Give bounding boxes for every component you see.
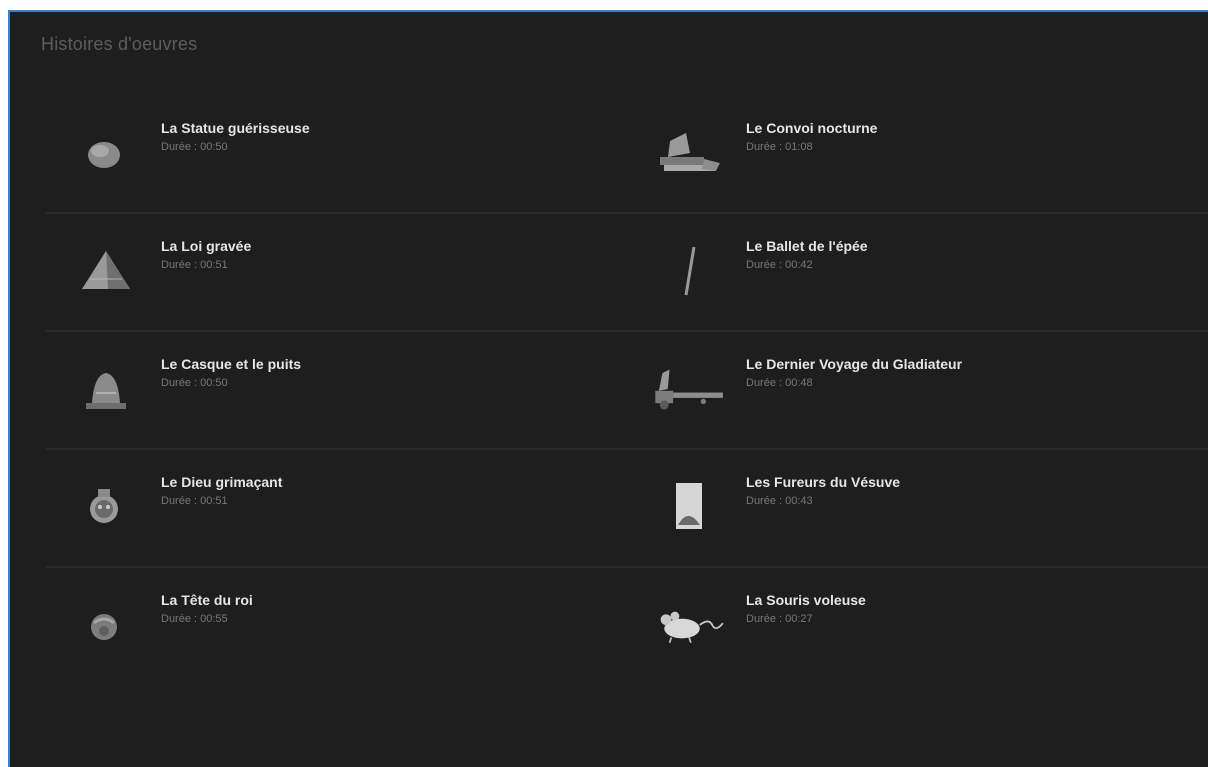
story-duration: Durée : 00:42 (746, 259, 813, 271)
convoy-icon (650, 118, 730, 188)
story-title: La Statue guérisseuse (161, 120, 310, 136)
story-duration: Durée : 00:50 (161, 377, 228, 389)
story-duration: Durée : 00:50 (161, 141, 228, 153)
story-item-king-head[interactable]: La Tête du roi Durée : 00:55 (45, 568, 605, 678)
story-duration: Durée : 00:51 (161, 259, 228, 271)
chariot-icon (650, 354, 730, 424)
grimacing-god-icon (65, 472, 145, 542)
story-duration: Durée : 00:27 (746, 613, 813, 625)
story-item-grimacing-god[interactable]: Le Dieu grimaçant Durée : 00:51 (45, 450, 605, 560)
story-row: La Loi gravée Durée : 00:51 Le Ballet de… (45, 214, 1208, 332)
story-duration: Durée : 00:43 (746, 495, 813, 507)
story-row: Le Casque et le puits Durée : 00:50 Le D… (45, 332, 1208, 450)
sword-icon (650, 236, 730, 306)
story-item-convoy[interactable]: Le Convoi nocturne Durée : 01:08 (630, 96, 1190, 206)
story-item-sword[interactable]: Le Ballet de l'épée Durée : 00:42 (630, 214, 1190, 324)
story-duration: Durée : 00:55 (161, 613, 228, 625)
stories-panel: Histoires d'oeuvres La Statue guérisseus… (8, 10, 1208, 767)
helmet-icon (65, 354, 145, 424)
story-title: Le Casque et le puits (161, 356, 302, 372)
mouse-icon (650, 590, 730, 660)
section-title: Histoires d'oeuvres (41, 34, 198, 54)
story-row: Le Dieu grimaçant Durée : 00:51 Les Fure… (45, 450, 1208, 568)
volcano-icon (650, 472, 730, 542)
story-duration: Durée : 01:08 (746, 141, 813, 153)
story-item-mouse[interactable]: La Souris voleuse Durée : 00:27 (630, 568, 1190, 678)
story-title: La Tête du roi (161, 592, 253, 608)
story-title: Les Fureurs du Vésuve (746, 474, 901, 490)
story-title: Le Dernier Voyage du Gladiateur (746, 356, 963, 372)
story-title: La Loi gravée (161, 238, 252, 254)
story-title: Le Convoi nocturne (746, 120, 878, 136)
story-title: Le Ballet de l'épée (746, 238, 868, 254)
story-title: Le Dieu grimaçant (161, 474, 283, 490)
story-row: La Statue guérisseuse Durée : 00:50 Le C… (45, 96, 1208, 214)
pyramid-icon (65, 236, 145, 306)
story-item-law[interactable]: La Loi gravée Durée : 00:51 (45, 214, 605, 324)
story-duration: Durée : 00:51 (161, 495, 228, 507)
king-head-icon (65, 590, 145, 660)
story-item-vesuvius[interactable]: Les Fureurs du Vésuve Durée : 00:43 (630, 450, 1190, 560)
statue-icon (65, 118, 145, 188)
story-duration: Durée : 00:48 (746, 377, 813, 389)
story-item-gladiator[interactable]: Le Dernier Voyage du Gladiateur Durée : … (630, 332, 1190, 442)
story-item-statue[interactable]: La Statue guérisseuse Durée : 00:50 (45, 96, 605, 206)
story-title: La Souris voleuse (746, 592, 866, 608)
story-row: La Tête du roi Durée : 00:55 La Souris v… (45, 568, 1208, 686)
story-item-helmet[interactable]: Le Casque et le puits Durée : 00:50 (45, 332, 605, 442)
